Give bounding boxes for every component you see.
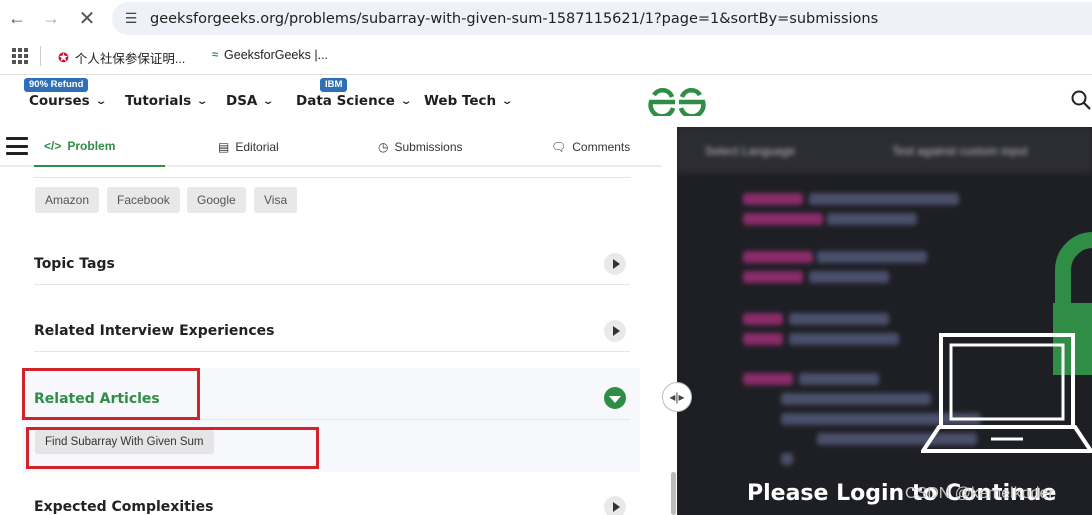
- forward-icon[interactable]: →: [38, 5, 64, 31]
- expand-expected-complexities-button[interactable]: [604, 496, 626, 515]
- bookmark-separator: [40, 46, 41, 66]
- laptop-icon: [919, 331, 1092, 460]
- highlight-box-heading: [22, 368, 200, 420]
- problem-panel: </> Problem ▤ Editorial ◷ Submissions 🗨 …: [0, 127, 662, 515]
- menu-label: Tutorials: [125, 93, 192, 109]
- code-editor-panel: Select Language Test against custom inpu…: [677, 127, 1092, 515]
- code-line: [781, 393, 931, 405]
- chevron-down-icon: ⌄: [262, 95, 275, 107]
- code-line: [781, 453, 793, 465]
- language-select[interactable]: Select Language: [705, 144, 795, 158]
- divider: [34, 177, 630, 178]
- code-line: [743, 213, 823, 225]
- gfg-logo[interactable]: [646, 87, 708, 121]
- url-text: geeksforgeeks.org/problems/subarray-with…: [150, 10, 879, 27]
- url-field[interactable]: ☰ geeksforgeeks.org/problems/subarray-wi…: [112, 2, 1092, 35]
- code-line: [743, 313, 783, 325]
- apps-grid-icon[interactable]: [12, 48, 28, 69]
- collapse-related-articles-button[interactable]: [604, 387, 626, 409]
- code-line: [743, 271, 803, 283]
- stop-loading-icon[interactable]: ✕: [74, 5, 100, 31]
- clock-icon: ◷: [378, 140, 389, 154]
- topic-tags-heading[interactable]: Topic Tags: [34, 256, 115, 272]
- divider: [34, 284, 630, 285]
- code-line: [789, 333, 899, 345]
- menu-label: Web Tech: [424, 93, 497, 109]
- bookmark-item-social-security[interactable]: ✪ 个人社保参保证明...: [58, 48, 185, 67]
- tab-submissions[interactable]: ◷ Submissions: [378, 127, 463, 167]
- company-tag[interactable]: Amazon: [35, 187, 100, 213]
- site-settings-icon[interactable]: ☰: [116, 10, 146, 27]
- code-line: [827, 213, 917, 225]
- code-line: [809, 271, 889, 283]
- play-right-icon: [612, 502, 620, 512]
- menu-dsa[interactable]: DSA ⌄: [226, 93, 275, 109]
- split-arrows-icon: ◂|▸: [669, 390, 685, 404]
- panel-resize-handle[interactable]: ◂|▸: [662, 382, 692, 412]
- code-line: [789, 313, 889, 325]
- menu-web-tech[interactable]: Web Tech ⌄: [424, 93, 514, 109]
- refund-badge: 90% Refund: [24, 78, 89, 92]
- bookmark-label: GeeksforGeeks |...: [224, 48, 329, 62]
- back-icon[interactable]: ←: [4, 5, 30, 31]
- bookmarks-bar: ✪ 个人社保参保证明... ≈ GeeksforGeeks |...: [0, 37, 1092, 75]
- tab-editorial[interactable]: ▤ Editorial: [218, 127, 279, 167]
- tab-label: Submissions: [394, 140, 463, 154]
- code-line: [809, 193, 959, 205]
- highlight-box-article: [26, 427, 319, 469]
- divider: [34, 351, 630, 352]
- code-line: [743, 333, 783, 345]
- menu-label: DSA: [226, 93, 258, 109]
- code-line: [743, 193, 803, 205]
- chevron-down-icon: [609, 395, 621, 403]
- gfg-favicon-icon: ≈: [212, 49, 219, 61]
- chevron-down-icon: ⌄: [399, 95, 413, 107]
- problem-tabs: </> Problem ▤ Editorial ◷ Submissions 🗨 …: [0, 127, 662, 167]
- company-tag[interactable]: Visa: [254, 187, 298, 213]
- code-line: [817, 251, 927, 263]
- tab-comments[interactable]: 🗨 Comments: [551, 127, 630, 167]
- bookmark-item-geeksforgeeks[interactable]: ≈ GeeksforGeeks |...: [212, 48, 328, 62]
- tab-problem[interactable]: </> Problem: [34, 127, 165, 167]
- related-interview-heading[interactable]: Related Interview Experiences: [34, 323, 275, 339]
- watermark: CSDN @kemelkoder: [905, 485, 1054, 502]
- code-line: [743, 251, 813, 263]
- document-icon: ▤: [218, 140, 230, 154]
- code-line: [799, 373, 879, 385]
- chevron-down-icon: ⌄: [196, 95, 209, 107]
- tab-label: Editorial: [235, 140, 279, 154]
- search-icon[interactable]: [1071, 90, 1091, 115]
- tab-label: Comments: [572, 140, 631, 154]
- expand-topic-tags-button[interactable]: [604, 253, 626, 275]
- bookmark-label: 个人社保参保证明...: [74, 52, 186, 66]
- company-tag[interactable]: Facebook: [107, 187, 180, 213]
- custom-input-toggle[interactable]: Test against custom input: [892, 144, 1027, 158]
- menu-tutorials[interactable]: Tutorials ⌄: [125, 93, 209, 109]
- site-header: 90% Refund Courses ⌄ Tutorials ⌄ DSA ⌄ IBM …: [0, 76, 1092, 127]
- menu-data-science[interactable]: Data Science ⌄: [296, 93, 413, 109]
- tab-label: Problem: [67, 139, 116, 153]
- company-tag[interactable]: Google: [187, 187, 246, 213]
- menu-courses[interactable]: Courses ⌄: [29, 93, 108, 109]
- expected-complexities-heading[interactable]: Expected Complexities: [34, 499, 213, 515]
- code-icon: </>: [44, 139, 62, 153]
- play-right-icon: [612, 259, 620, 269]
- play-right-icon: [612, 326, 620, 336]
- code-line: [743, 373, 793, 385]
- browser-address-bar: ← → ✕ ☰ geeksforgeeks.org/problems/subar…: [0, 0, 1092, 37]
- ibm-badge: IBM: [320, 78, 348, 92]
- scrollbar-thumb[interactable]: [671, 472, 676, 515]
- chevron-down-icon: ⌄: [94, 95, 108, 107]
- hamburger-menu-icon[interactable]: [6, 137, 28, 155]
- menu-label: Data Science: [296, 93, 395, 109]
- expand-related-interview-button[interactable]: [604, 320, 626, 342]
- editor-toolbar: Select Language Test against custom inpu…: [677, 127, 1092, 173]
- menu-label: Courses: [29, 93, 90, 109]
- comment-icon: 🗨: [551, 140, 567, 154]
- chevron-down-icon: ⌄: [501, 95, 514, 107]
- emblem-icon: ✪: [58, 49, 69, 65]
